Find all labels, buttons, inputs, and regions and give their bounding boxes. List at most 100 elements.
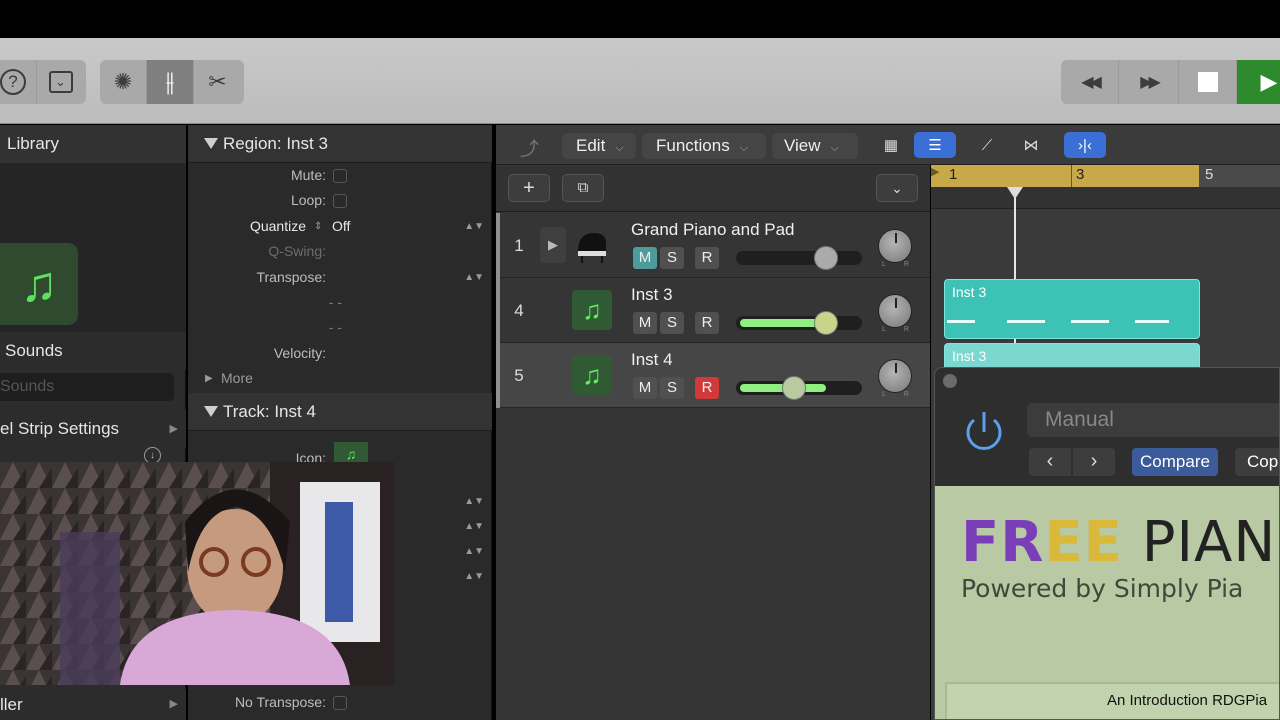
midi-note xyxy=(1071,320,1109,323)
stop-button[interactable] xyxy=(1179,60,1237,104)
library-bottom-label: ller xyxy=(0,695,23,714)
bar-ruler[interactable]: ▶ 1 3 5 xyxy=(931,165,1280,187)
mute-button[interactable]: M xyxy=(633,377,657,399)
pan-knob[interactable] xyxy=(878,359,912,393)
scissors-icon: ✂ xyxy=(208,69,227,94)
mute-checkbox[interactable] xyxy=(333,169,347,183)
flex-button[interactable]: ⋈ xyxy=(1010,132,1052,158)
playhead[interactable] xyxy=(1014,187,1016,367)
music-note-icon[interactable]: ♫ xyxy=(0,243,78,325)
solo-button[interactable]: S xyxy=(660,377,684,399)
fader-knob[interactable] xyxy=(814,311,838,335)
midi-note xyxy=(947,320,975,323)
rewind-button[interactable]: ◀◀ xyxy=(1061,60,1119,104)
mute-button[interactable]: M xyxy=(633,247,657,269)
inbox-button[interactable]: ⌄ xyxy=(37,60,84,104)
plugin-title-part: PIAN xyxy=(1122,510,1277,575)
more-label: More xyxy=(221,370,253,386)
pan-knob[interactable] xyxy=(878,229,912,263)
more-toggle[interactable]: ▶ More xyxy=(188,366,492,391)
mute-button[interactable]: M xyxy=(633,312,657,334)
loop-checkbox[interactable] xyxy=(333,194,347,208)
library-bottom-item[interactable]: ller ▶ xyxy=(0,689,186,720)
library-search-input[interactable]: Sounds xyxy=(0,373,174,401)
track-header[interactable]: Track: Inst 4 xyxy=(188,393,492,431)
fast-forward-button[interactable]: ▶▶ xyxy=(1119,60,1179,104)
volume-fader[interactable] xyxy=(736,376,862,400)
compare-button[interactable]: Compare xyxy=(1132,448,1218,476)
copy-button[interactable]: Cop xyxy=(1235,448,1279,476)
param-label: Mute: xyxy=(290,167,326,183)
grid-view-button[interactable]: ▦ xyxy=(870,132,912,158)
previous-preset-button[interactable]: ‹ xyxy=(1029,448,1071,476)
automation-button[interactable]: ⟋ xyxy=(966,132,1008,158)
midi-note xyxy=(1007,320,1045,323)
updown-icon: ▲▼ xyxy=(464,272,484,283)
param-label: Quantize xyxy=(249,218,306,234)
ruler-bar-number: 3 xyxy=(1076,166,1085,183)
mixer-button[interactable]: ⫲ xyxy=(147,60,194,104)
record-button[interactable]: R xyxy=(695,312,719,334)
chevron-right-icon: ▶ xyxy=(169,698,178,710)
power-icon[interactable] xyxy=(959,406,1009,456)
quantize-value: Off xyxy=(332,218,351,234)
volume-fader[interactable] xyxy=(736,311,862,335)
solo-button[interactable]: S xyxy=(660,247,684,269)
edit-menu[interactable]: Edit ⌵ xyxy=(562,133,636,159)
track-row-selected[interactable]: 5 ♫ Inst 4 M S R LR xyxy=(496,343,930,408)
play-button[interactable]: ▶ xyxy=(1237,60,1280,104)
disclosure-triangle-icon[interactable]: ▶ xyxy=(540,227,566,263)
plus-icon: + xyxy=(523,177,535,199)
smart-controls-button[interactable]: ✺ xyxy=(100,60,147,104)
loop-row: Loop: xyxy=(188,188,492,213)
track-name[interactable]: Grand Piano and Pad xyxy=(631,220,795,240)
list-icon: ☰ xyxy=(928,137,942,154)
track-number: 4 xyxy=(496,278,538,343)
channel-strip-settings[interactable]: el Strip Settings ▶ xyxy=(0,410,186,448)
rewind-icon: ◀◀ xyxy=(1081,74,1102,91)
ruler-bar-number: 1 xyxy=(949,166,958,183)
transpose-row[interactable]: Transpose: ▲▼ xyxy=(188,265,492,290)
record-button[interactable]: R xyxy=(695,247,719,269)
close-icon[interactable] xyxy=(943,374,957,388)
duplicate-track-button[interactable]: ⧉ xyxy=(562,174,604,202)
region-header[interactable]: Region: Inst 3 xyxy=(188,125,492,163)
record-button[interactable]: R xyxy=(695,377,719,399)
cycle-marker-icon: ▶ xyxy=(931,166,940,178)
intro-banner[interactable]: An Introduction RDGPia xyxy=(945,682,1279,719)
music-note-icon: ♫ xyxy=(572,355,612,395)
music-note-icon: ♫ xyxy=(572,290,612,330)
track-row[interactable]: 4 ♫ Inst 3 M S R LR xyxy=(496,278,930,343)
midi-region[interactable]: Inst 3 xyxy=(944,279,1200,339)
global-tracks-button[interactable]: ⌄ xyxy=(876,174,918,202)
catch-button[interactable]: ›|‹ xyxy=(1064,132,1106,158)
back-arrow-icon[interactable]: ⤴ xyxy=(520,134,539,161)
next-preset-button[interactable]: › xyxy=(1073,448,1115,476)
plugin-title-part: E xyxy=(1083,510,1123,575)
updown-icon: ⇕ xyxy=(314,221,323,232)
list-view-button[interactable]: ☰ xyxy=(914,132,956,158)
plugin-title-part: E xyxy=(1044,510,1084,575)
track-name[interactable]: Inst 3 xyxy=(631,285,673,305)
pan-knob[interactable] xyxy=(878,294,912,328)
functions-menu[interactable]: Functions ⌵ xyxy=(642,133,766,159)
track-row[interactable]: 1 ▶ Grand Piano and Pad M S R LR xyxy=(496,213,930,278)
track-number: 1 xyxy=(496,213,538,278)
fader-knob[interactable] xyxy=(814,246,838,270)
help-button[interactable]: ? xyxy=(0,60,37,104)
param-label: Q-Swing: xyxy=(268,243,326,259)
track-name[interactable]: Inst 4 xyxy=(631,350,673,370)
add-track-button[interactable]: + xyxy=(508,174,550,202)
ruler-tick xyxy=(1071,165,1072,187)
plugin-title: FREE PIAN xyxy=(961,510,1276,575)
fader-knob[interactable] xyxy=(782,376,806,400)
preset-select[interactable]: Manual xyxy=(1027,403,1279,437)
scissors-button[interactable]: ✂ xyxy=(194,60,241,104)
view-menu[interactable]: View ⌵ xyxy=(772,133,858,159)
quantize-row[interactable]: Quantize ⇕ Off ▲▼ xyxy=(188,214,492,239)
solo-button[interactable]: S xyxy=(660,312,684,334)
no-transpose-checkbox[interactable] xyxy=(333,696,347,710)
play-icon: ▶ xyxy=(1260,69,1278,94)
library-icon-area: ♫ xyxy=(0,163,186,358)
volume-fader[interactable] xyxy=(736,246,862,270)
